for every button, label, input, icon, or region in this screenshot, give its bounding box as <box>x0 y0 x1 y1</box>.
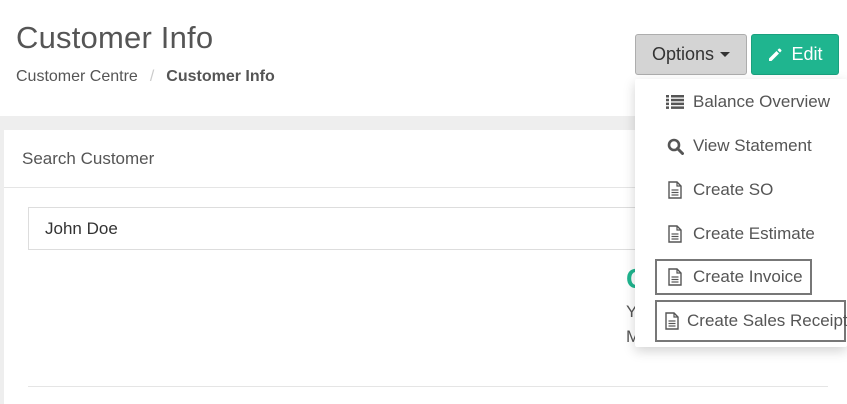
breadcrumb: Customer Centre / Customer Info <box>16 68 275 86</box>
document-icon <box>665 181 685 199</box>
menu-item-label: Create SO <box>693 180 774 199</box>
document-icon <box>665 312 679 330</box>
breadcrumb-current: Customer Info <box>166 68 275 85</box>
caret-down-icon <box>720 52 731 57</box>
divider <box>28 386 828 387</box>
menu-item-create-so[interactable]: Create SO <box>635 172 847 208</box>
menu-item-create-estimate[interactable]: Create Estimate <box>635 216 847 252</box>
menu-item-label: Create Invoice <box>693 267 803 286</box>
menu-item-create-sales-receipt[interactable]: Create Sales Receipt <box>655 300 847 342</box>
menu-item-create-invoice[interactable]: Create Invoice <box>655 259 812 295</box>
breadcrumb-separator: / <box>149 68 155 85</box>
options-dropdown-menu: Balance Overview View Statement Create S… <box>635 79 847 347</box>
menu-item-label: Create Estimate <box>693 224 815 243</box>
list-icon <box>665 95 685 109</box>
menu-item-label: Create Sales Receipt <box>687 311 847 330</box>
menu-item-view-statement[interactable]: View Statement <box>635 128 847 164</box>
options-button-label: Options <box>651 44 715 64</box>
pencil-icon <box>769 48 782 61</box>
page-title: Customer Info <box>16 20 214 55</box>
search-customer-input[interactable] <box>28 207 668 250</box>
options-button[interactable]: Options <box>635 34 747 75</box>
edit-button[interactable]: Edit <box>751 34 839 75</box>
breadcrumb-link-customer-centre[interactable]: Customer Centre <box>16 68 138 86</box>
document-icon <box>665 225 685 243</box>
menu-item-label: Balance Overview <box>693 92 831 111</box>
document-icon <box>665 268 685 286</box>
edit-button-label: Edit <box>791 44 823 64</box>
menu-item-balance-overview[interactable]: Balance Overview <box>635 84 847 120</box>
menu-item-label: View Statement <box>693 136 812 155</box>
search-icon <box>665 138 685 155</box>
